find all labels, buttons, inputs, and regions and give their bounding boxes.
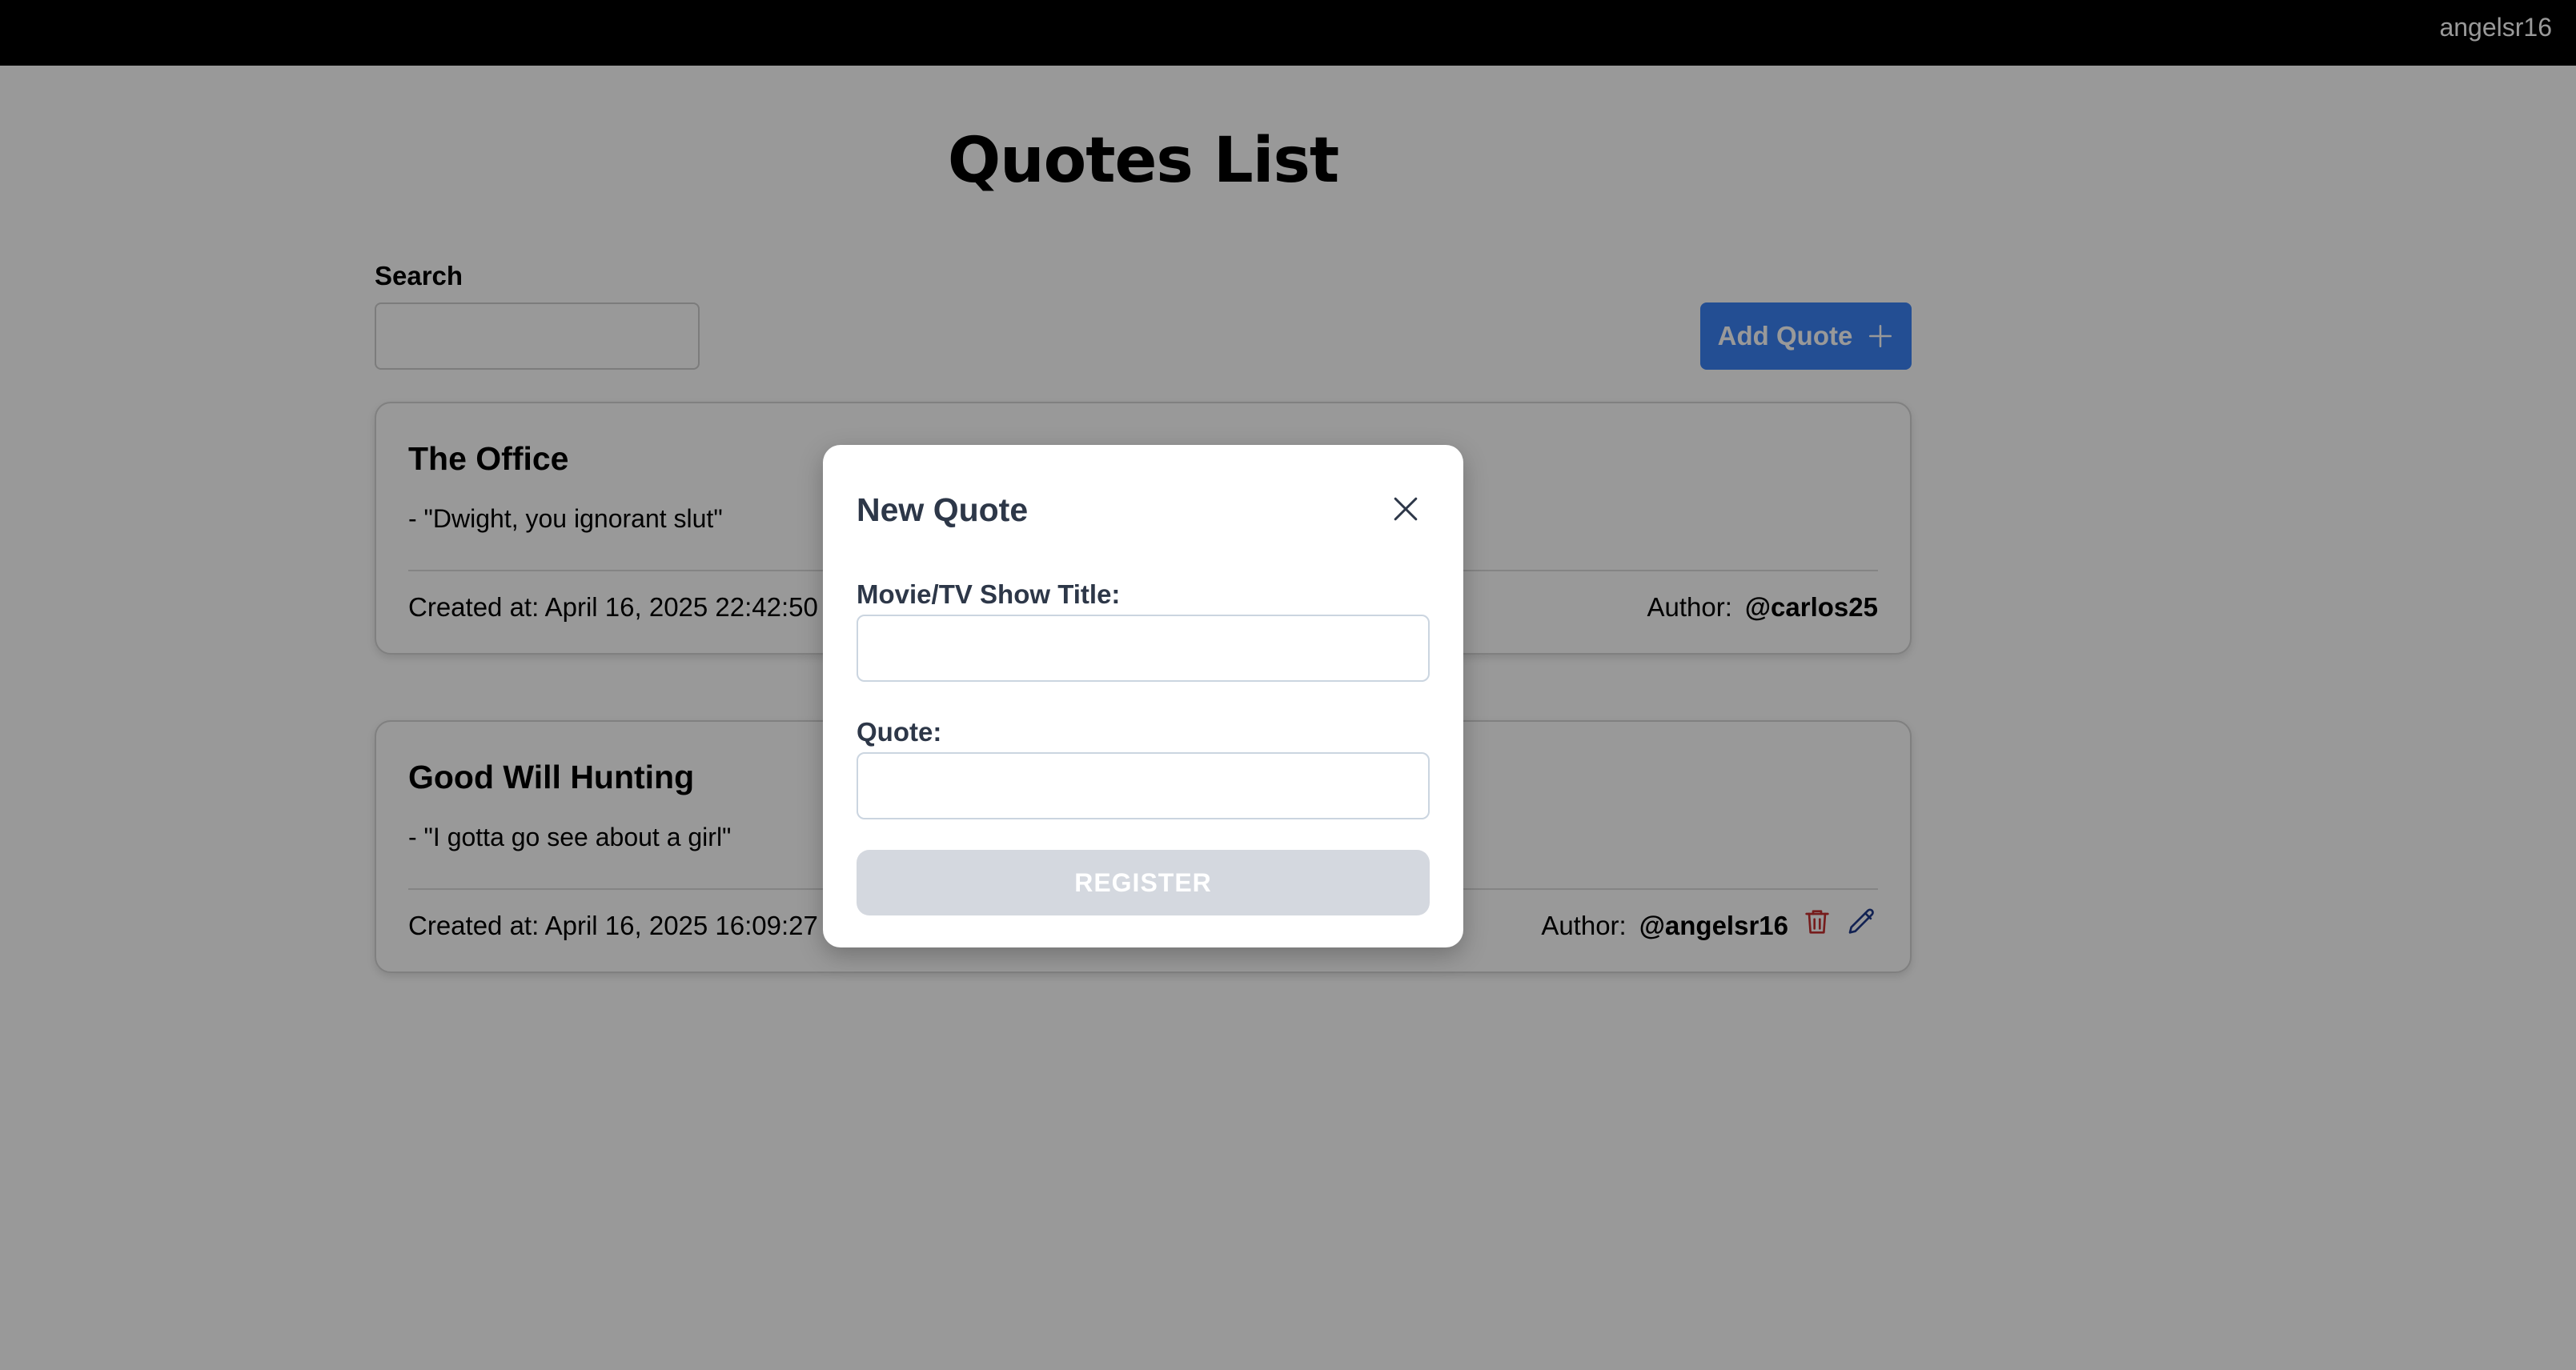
title-field-input[interactable] (857, 615, 1430, 682)
title-field-label: Movie/TV Show Title: (857, 579, 1121, 609)
quote-field-input[interactable] (857, 752, 1430, 819)
quote-field-label: Quote: (857, 717, 942, 747)
modal-title: New Quote (857, 491, 1029, 528)
close-button[interactable] (1388, 491, 1423, 527)
close-icon (1394, 497, 1418, 521)
register-button[interactable]: REGISTER (857, 850, 1430, 915)
new-quote-modal: New Quote Movie/TV Show Title: Quote: RE… (823, 445, 1463, 947)
